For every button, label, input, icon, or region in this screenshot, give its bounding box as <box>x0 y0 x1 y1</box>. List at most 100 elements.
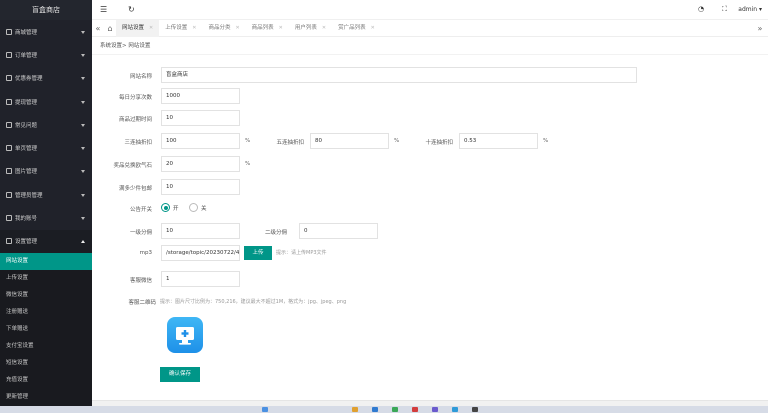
close-icon[interactable]: ✕ <box>322 20 326 37</box>
save-button[interactable]: 确认保存 <box>160 367 200 382</box>
menu-icon <box>6 145 12 152</box>
submenu-item[interactable]: 注册赠送 <box>0 304 92 321</box>
commission2-label: 二级分佣 <box>264 230 287 236</box>
sidebar-item[interactable]: 订单管理 <box>0 43 92 66</box>
chevron-icon <box>81 123 85 127</box>
home-icon[interactable]: ⌂ <box>104 24 116 33</box>
menu-icon <box>6 121 12 128</box>
commission2-input[interactable]: 0 <box>299 223 378 239</box>
prize-rate-input[interactable]: 20 <box>161 156 240 172</box>
submenu-item[interactable]: 短信设置 <box>0 355 92 372</box>
submenu-item[interactable]: 上传设置 <box>0 270 92 287</box>
close-icon[interactable]: ✕ <box>371 20 375 37</box>
close-icon[interactable]: ✕ <box>192 20 196 37</box>
chevron-icon <box>81 170 85 174</box>
daily-share-input[interactable]: 1000 <box>161 88 240 104</box>
service-qr-image[interactable] <box>167 317 203 353</box>
app-icon[interactable] <box>472 407 478 412</box>
free-ship-input[interactable]: 10 <box>161 179 240 195</box>
sidebar-item-label: 商城管理 <box>15 29 38 36</box>
submenu-item[interactable]: 网站设置 <box>0 252 92 270</box>
sidebar-item[interactable]: 单页管理 <box>0 136 92 159</box>
expire-time-input[interactable]: 10 <box>161 110 240 126</box>
discount10-input[interactable]: 0.53 <box>459 133 538 149</box>
chrome-icon[interactable] <box>392 407 398 412</box>
announce-off-radio[interactable]: 关 <box>189 203 207 212</box>
sidebar-item[interactable]: 提现管理 <box>0 90 92 113</box>
folder-icon[interactable] <box>352 407 358 412</box>
sidebar-item-label: 提现管理 <box>15 99 38 106</box>
discount3-label: 三连抽折扣 <box>124 140 152 146</box>
daily-share-label: 每日分享次数 <box>118 95 152 101</box>
sidebar-item[interactable]: 设置管理 <box>0 229 92 253</box>
windows-start-icon[interactable] <box>262 407 268 412</box>
app-icon[interactable] <box>432 407 438 412</box>
close-icon[interactable]: ✕ <box>235 20 239 37</box>
tab[interactable]: 用户列表 ✕ <box>289 20 332 37</box>
discount3-input[interactable]: 100 <box>161 133 240 149</box>
radio-dot-icon <box>161 203 170 212</box>
service-wechat-input[interactable]: 1 <box>161 271 240 287</box>
free-ship-label: 满多少件包邮 <box>118 186 152 192</box>
tab-label: 赏广品列表 <box>338 24 366 31</box>
sidebar-item[interactable]: 我的账号 <box>0 206 92 229</box>
sidebar-item-label: 管理员管理 <box>15 192 43 199</box>
sidebar-item[interactable]: 管理员管理 <box>0 183 92 206</box>
close-icon[interactable]: ✕ <box>279 20 283 37</box>
sidebar-item-label: 优惠券管理 <box>15 76 43 83</box>
os-taskbar <box>0 406 768 413</box>
announce-on-radio[interactable]: 开 <box>161 203 179 212</box>
sidebar-item[interactable]: 常见问题 <box>0 113 92 136</box>
menu-icon <box>6 238 12 245</box>
chevron-icon <box>81 77 85 81</box>
upload-mp3-button[interactable]: 上传 <box>244 246 272 260</box>
fullscreen-icon[interactable]: ⛶ <box>722 5 727 14</box>
sidebar-submenu: 网站设置 上传设置 微信设置 注册赠送 下单赠送 支付宝设置 短信设置 充值设置 更新管理 <box>0 252 92 406</box>
tabs-prev-icon[interactable]: « <box>92 24 104 33</box>
tab[interactable]: 上传设置 ✕ <box>159 20 202 37</box>
discount5-label: 五连抽折扣 <box>276 140 304 146</box>
app-icon[interactable] <box>412 407 418 412</box>
sidebar-item-label: 常见问题 <box>15 122 38 129</box>
discount10-label: 十连抽折扣 <box>425 140 453 146</box>
menu-icon <box>6 215 12 222</box>
top-header: ☰ ↻ ◔ ⛶ admin ▾ <box>92 0 768 20</box>
menu-icon <box>6 168 12 175</box>
refresh-icon[interactable]: ↻ <box>128 5 135 14</box>
theme-icon[interactable]: ◔ <box>698 5 704 13</box>
site-name-input[interactable]: 盲盒商店 <box>161 67 637 83</box>
breadcrumb: 系统设置> 网站设置 <box>92 37 768 55</box>
tab[interactable]: 网站设置 ✕ <box>116 19 160 37</box>
edge-icon[interactable] <box>372 407 378 412</box>
mp3-path-input[interactable]: /storage/topic/20230722/435 <box>161 245 240 261</box>
submenu-item[interactable]: 充值设置 <box>0 372 92 389</box>
close-icon[interactable]: ✕ <box>149 20 153 37</box>
chevron-icon <box>81 30 85 34</box>
tabs-next-icon[interactable]: » <box>754 24 766 33</box>
announce-off-label: 关 <box>201 205 207 212</box>
menu-toggle-icon[interactable]: ☰ <box>100 5 107 14</box>
submenu-item[interactable]: 微信设置 <box>0 287 92 304</box>
submenu-item[interactable]: 更新管理 <box>0 389 92 406</box>
sidebar-item-label: 设置管理 <box>15 239 38 246</box>
chevron-icon <box>81 240 85 244</box>
sidebar-item[interactable]: 图片管理 <box>0 160 92 183</box>
chevron-icon <box>81 193 85 197</box>
sidebar-item[interactable]: 优惠券管理 <box>0 67 92 90</box>
sidebar-item[interactable]: 商城管理 <box>0 20 92 43</box>
tab[interactable]: 商品列表 ✕ <box>246 20 289 37</box>
chevron-icon <box>81 100 85 104</box>
app-icon[interactable] <box>452 407 458 412</box>
mp3-hint: 提示：请上传MP3文件 <box>276 250 327 256</box>
tab[interactable]: 商品分类 ✕ <box>202 20 245 37</box>
site-name-label: 网站名称 <box>129 74 152 80</box>
discount5-input[interactable]: 80 <box>310 133 389 149</box>
chevron-icon <box>81 53 85 57</box>
submenu-item[interactable]: 下单赠送 <box>0 321 92 338</box>
app-logo: 盲盒商店 <box>0 0 92 20</box>
sidebar-item-label: 图片管理 <box>15 169 38 176</box>
submenu-item[interactable]: 支付宝设置 <box>0 338 92 355</box>
tab[interactable]: 赏广品列表 ✕ <box>332 20 381 37</box>
service-qr-label: 客服二维码 <box>128 300 156 306</box>
user-menu[interactable]: admin ▾ <box>738 6 762 13</box>
